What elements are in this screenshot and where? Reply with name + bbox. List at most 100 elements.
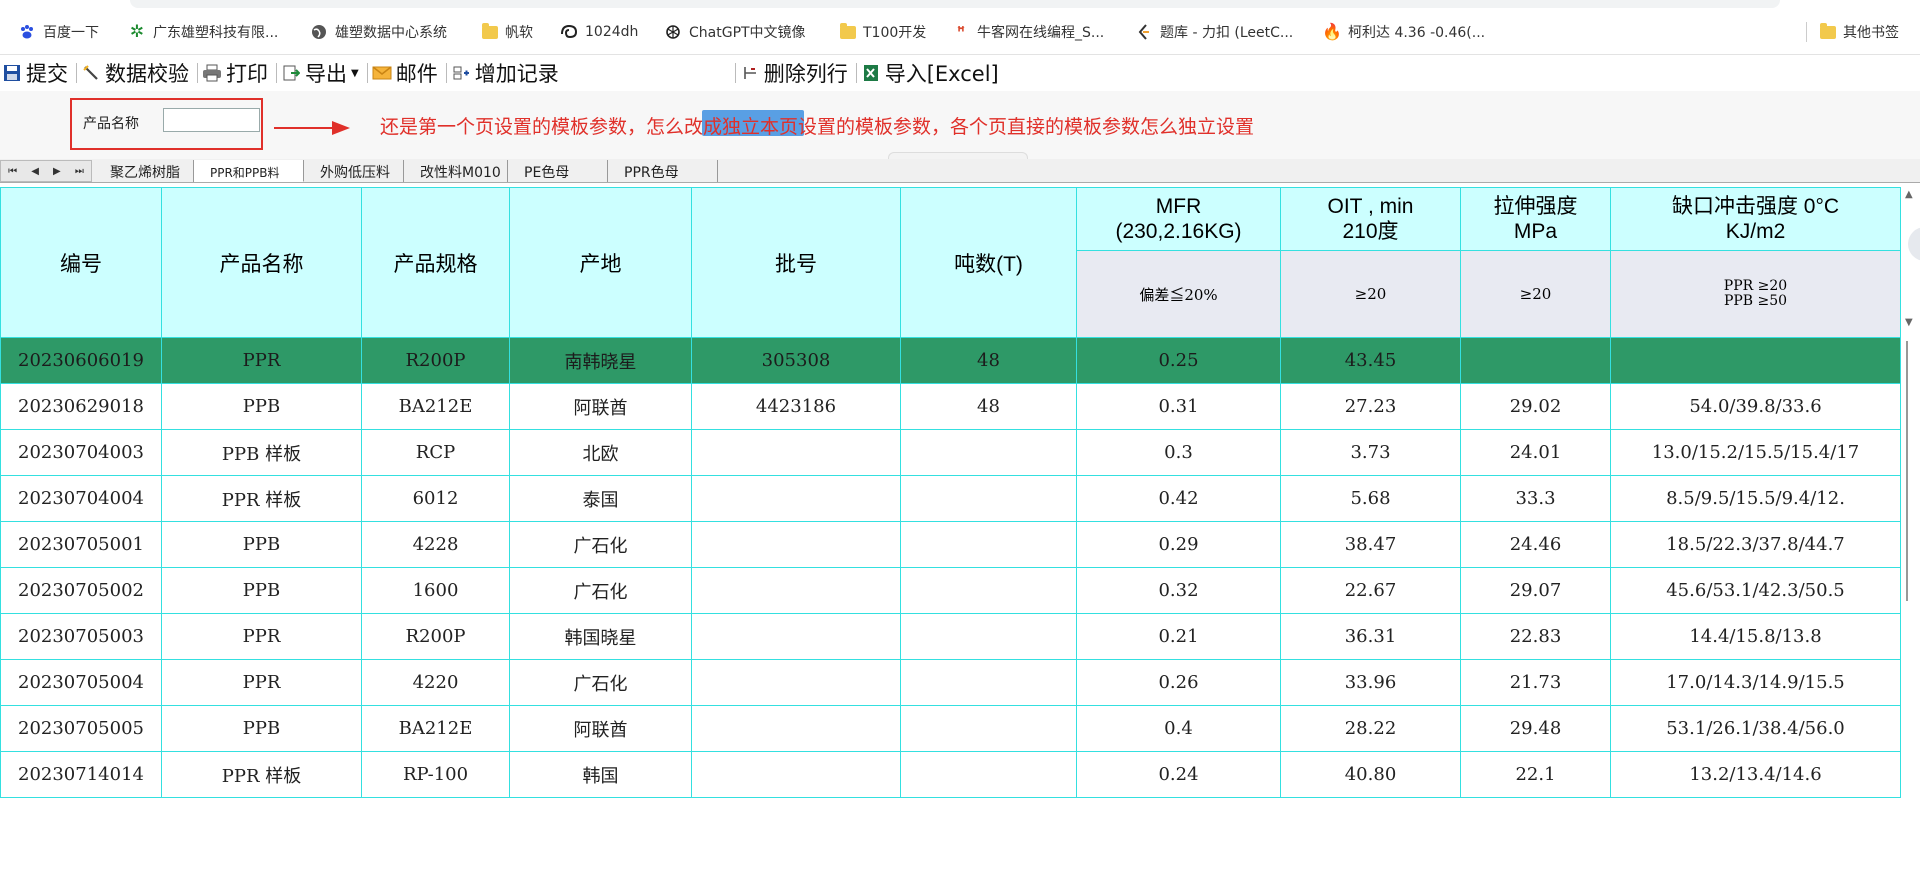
cell-product-name[interactable]: PPR [161,659,362,706]
cell-product-name[interactable]: PPB [161,567,362,614]
tab-ppr-ppb[interactable]: PPR和PPB料 [194,160,304,182]
cell-impact[interactable]: 14.4/15.8/13.8 [1610,613,1901,660]
cell-tonnage[interactable] [900,567,1077,614]
side-panel-handle[interactable] [1908,227,1920,261]
cell-spec[interactable]: 4220 [361,659,510,706]
cell-impact[interactable]: 17.0/14.3/14.9/15.5 [1610,659,1901,706]
cell-oit[interactable]: 22.67 [1280,567,1461,614]
table-row[interactable]: 20230629018 PPB BA212E 阿联酋 4423186 48 0.31 27.2… [0,383,1901,430]
cell-tensile[interactable]: 22.1 [1460,751,1611,798]
bookmark-other[interactable]: 其他书签 [1820,20,1899,44]
scroll-up-icon[interactable]: ▲ [1905,189,1913,200]
cell-id[interactable]: 20230714014 [0,751,162,798]
cell-id[interactable]: 20230704004 [0,475,162,522]
cell-impact[interactable]: 8.5/9.5/15.5/9.4/12. [1610,475,1901,522]
cell-id[interactable]: 20230705004 [0,659,162,706]
table-row[interactable]: 20230704003 PPB 样板 RCP 北欧 0.3 3.73 24.01 13.0/1… [0,429,1901,476]
cell-tensile[interactable]: 24.01 [1460,429,1611,476]
export-dropdown-button[interactable]: 导出 ▼ [279,57,365,89]
validate-button[interactable]: 数据校验 [79,57,195,89]
cell-product-name[interactable]: PPB [161,705,362,752]
cell-id[interactable]: 20230705003 [0,613,162,660]
cell-impact[interactable]: 53.1/26.1/38.4/56.0 [1610,705,1901,752]
bookmark-xiongsu-company[interactable]: ✲ 广东雄塑科技有限... [128,20,278,44]
cell-mfr[interactable]: 0.29 [1076,521,1281,568]
cell-id[interactable]: 20230629018 [0,383,162,430]
cell-tonnage[interactable]: 48 [900,337,1077,384]
cell-oit[interactable]: 38.47 [1280,521,1461,568]
cell-mfr[interactable]: 0.3 [1076,429,1281,476]
cell-tensile[interactable]: 29.07 [1460,567,1611,614]
cell-batch[interactable]: 305308 [691,337,901,384]
bookmark-t100[interactable]: T100开发 [840,20,926,44]
cell-origin[interactable]: 泰国 [509,475,692,522]
last-sheet-icon[interactable]: ⏭ [75,166,84,177]
cell-tonnage[interactable] [900,659,1077,706]
cell-spec[interactable]: 6012 [361,475,510,522]
bookmark-baidu[interactable]: 百度一下 [18,20,99,44]
table-row[interactable]: 20230606019 PPR R200P 南韩晓星 305308 48 0.25 43.45 [0,337,1901,384]
cell-batch[interactable] [691,613,901,660]
add-record-button[interactable]: 增加记录 [449,57,565,89]
cell-tensile[interactable]: 33.3 [1460,475,1611,522]
cell-oit[interactable]: 3.73 [1280,429,1461,476]
cell-id[interactable]: 20230705005 [0,705,162,752]
first-sheet-icon[interactable]: ⏮ [8,166,17,177]
cell-origin[interactable]: 阿联酋 [509,383,692,430]
cell-spec[interactable]: 1600 [361,567,510,614]
cell-oit[interactable]: 36.31 [1280,613,1461,660]
print-button[interactable]: 打印 [200,57,274,89]
cell-mfr[interactable]: 0.24 [1076,751,1281,798]
cell-oit[interactable]: 33.96 [1280,659,1461,706]
cell-oit[interactable]: 43.45 [1280,337,1461,384]
cell-batch[interactable]: 4423186 [691,383,901,430]
cell-impact[interactable]: 54.0/39.8/33.6 [1610,383,1901,430]
tab-polyethylene-resin[interactable]: 聚乙烯树脂 [94,160,194,182]
cell-product-name[interactable]: PPR [161,613,362,660]
cell-origin[interactable]: 韩国 [509,751,692,798]
cell-origin[interactable]: 广石化 [509,659,692,706]
cell-impact[interactable]: 13.2/13.4/14.6 [1610,751,1901,798]
bookmark-chatgpt[interactable]: ChatGPT中文镜像 [664,20,806,44]
cell-mfr[interactable]: 0.21 [1076,613,1281,660]
cell-tonnage[interactable] [900,521,1077,568]
cell-impact[interactable] [1610,337,1901,384]
scrollbar-thumb[interactable] [1906,341,1908,601]
next-sheet-icon[interactable]: ▶ [53,166,61,177]
cell-product-name[interactable]: PPB [161,521,362,568]
cell-tensile[interactable]: 22.83 [1460,613,1611,660]
table-row[interactable]: 20230705001 PPB 4228 广石化 0.29 38.47 24.46 18.5/… [0,521,1901,568]
cell-impact[interactable]: 45.6/53.1/42.3/50.5 [1610,567,1901,614]
bookmark-kelida[interactable]: 🔥 柯利达 4.36 -0.46(... [1322,20,1485,44]
cell-id[interactable]: 20230705001 [0,521,162,568]
cell-product-name[interactable]: PPR [161,337,362,384]
cell-tensile[interactable]: 29.48 [1460,705,1611,752]
tab-modified-m010[interactable]: 改性料M010 [404,160,508,182]
bookmark-leetcode[interactable]: 题库 - 力扣 (LeetC... [1135,20,1293,44]
cell-batch[interactable] [691,475,901,522]
cell-mfr[interactable]: 0.25 [1076,337,1281,384]
cell-spec[interactable]: RP-100 [361,751,510,798]
cell-tensile[interactable]: 29.02 [1460,383,1611,430]
cell-product-name[interactable]: PPB [161,383,362,430]
cell-tonnage[interactable] [900,705,1077,752]
cell-tonnage[interactable] [900,613,1077,660]
cell-mfr[interactable]: 0.4 [1076,705,1281,752]
scroll-down-icon[interactable]: ▼ [1905,317,1913,328]
cell-spec[interactable]: BA212E [361,705,510,752]
cell-origin[interactable]: 广石化 [509,567,692,614]
table-row[interactable]: 20230705002 PPB 1600 广石化 0.32 22.67 29.07 45.6/… [0,567,1901,614]
table-row[interactable]: 20230705005 PPB BA212E 阿联酋 0.4 28.22 29.48 53.1… [0,705,1901,752]
table-row[interactable]: 20230704004 PPR 样板 6012 泰国 0.42 5.68 33.3 8.5/9… [0,475,1901,522]
bookmark-data-center[interactable]: 雄塑数据中心系统 [310,20,447,44]
cell-tensile[interactable] [1460,337,1611,384]
cell-impact[interactable]: 18.5/22.3/37.8/44.7 [1610,521,1901,568]
tab-ppr-masterbatch[interactable]: PPR色母 [608,160,718,182]
cell-spec[interactable]: R200P [361,337,510,384]
cell-product-name[interactable]: PPR 样板 [161,751,362,798]
table-row[interactable]: 20230705004 PPR 4220 广石化 0.26 33.96 21.73 17.0/… [0,659,1901,706]
cell-tonnage[interactable] [900,475,1077,522]
cell-batch[interactable] [691,429,901,476]
cell-oit[interactable]: 5.68 [1280,475,1461,522]
cell-id[interactable]: 20230704003 [0,429,162,476]
